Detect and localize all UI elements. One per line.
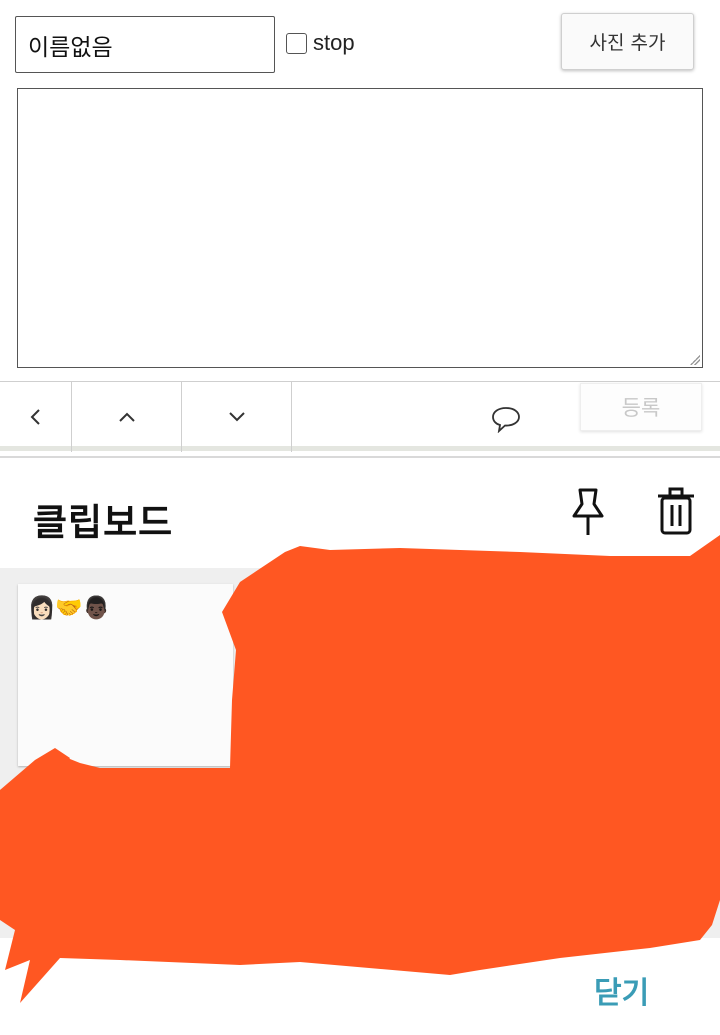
close-button[interactable]: 닫기 (594, 968, 649, 1012)
register-button[interactable]: 등록 (580, 383, 702, 431)
chevron-up-icon (118, 412, 135, 422)
chevron-down-icon (228, 412, 245, 422)
clipboard-item[interactable]: 👩🏻🤝👨🏿 (18, 584, 233, 766)
scroll-down-button[interactable] (182, 382, 292, 452)
stop-label: stop (313, 30, 355, 55)
prev-button[interactable] (0, 382, 72, 452)
clipboard-title: 클립보드 (33, 501, 174, 544)
message-textarea[interactable] (17, 88, 703, 368)
pin-icon[interactable] (566, 486, 610, 538)
name-input[interactable] (15, 16, 275, 73)
resize-handle[interactable] (690, 355, 700, 365)
trash-icon[interactable] (654, 486, 698, 538)
chevron-left-icon (30, 409, 40, 425)
add-photo-button[interactable]: 사진 추가 (561, 13, 694, 70)
scroll-up-button[interactable] (72, 382, 182, 452)
clipboard-item-text: 👩🏻🤝👨🏿 (28, 596, 111, 621)
speech-bubble-icon[interactable] (490, 405, 522, 433)
stop-checkbox-group[interactable]: stop (286, 30, 355, 56)
stop-checkbox[interactable] (286, 32, 307, 54)
